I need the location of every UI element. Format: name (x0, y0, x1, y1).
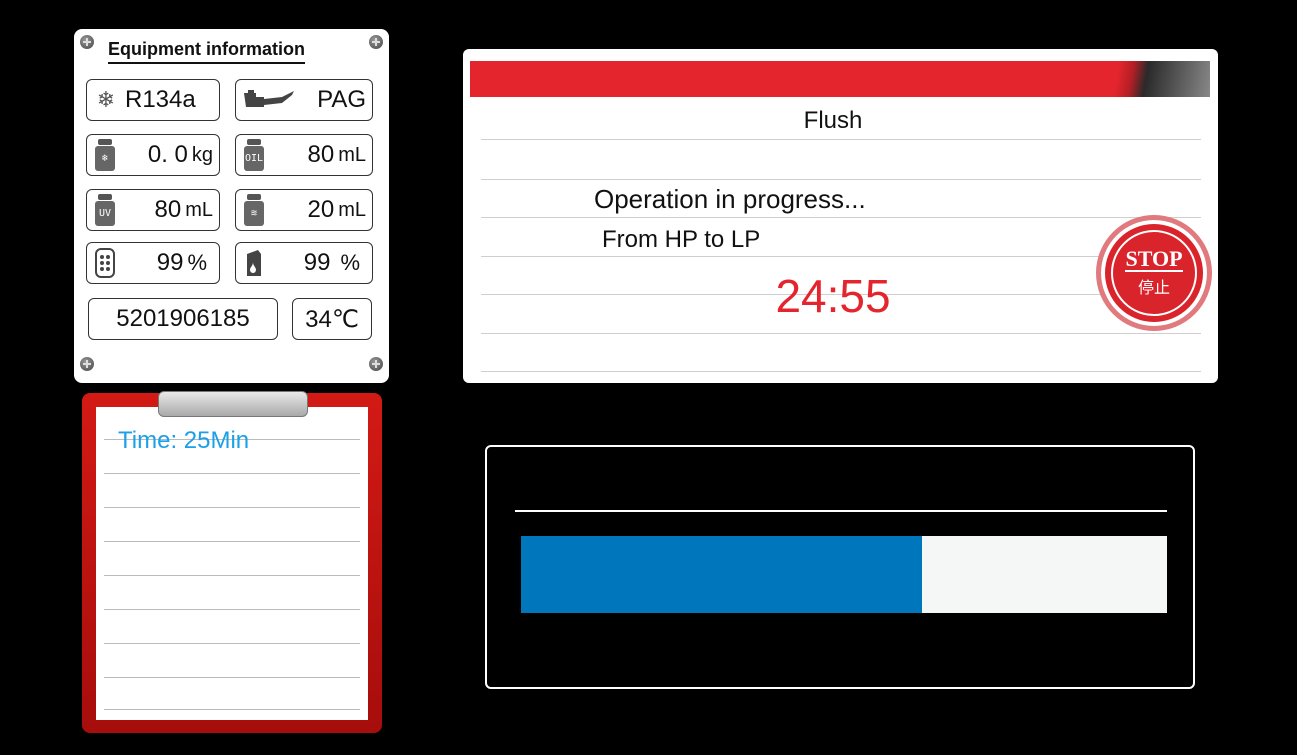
refrigerant-type-value: R134a (125, 86, 196, 113)
stop-button[interactable]: STOP 停止 (1101, 220, 1207, 326)
divider (481, 333, 1201, 334)
paper-line (104, 709, 360, 710)
oil-type-value: PAG (317, 86, 366, 113)
divider (481, 139, 1201, 140)
oil-can-icon (242, 89, 296, 111)
filter-pct-unit: % (187, 250, 207, 275)
stop-icon: STOP 停止 (1111, 230, 1197, 316)
progress-bar-fill (521, 536, 922, 613)
paper-line (104, 643, 360, 644)
clipboard-paper: Time: 25Min (96, 407, 368, 720)
pump-oil-icon (244, 248, 264, 278)
equipment-info-title: Equipment information (108, 39, 305, 64)
paper-line (104, 575, 360, 576)
snowflake-icon: ❄ (96, 87, 116, 112)
paper-line (104, 541, 360, 542)
flush-title: Flush (803, 107, 863, 134)
stop-label: STOP (1125, 246, 1183, 272)
pump-pct-unit: % (340, 250, 360, 275)
waste-qty-unit: mL (338, 198, 366, 221)
waste-qty-cell: ≋ 20 mL (235, 189, 373, 231)
filter-icon (95, 248, 115, 278)
flush-header-bar (470, 61, 1210, 97)
refrigerant-bottle-icon: ❄ (93, 139, 117, 171)
total-time-label: Time: 25Min (118, 427, 250, 454)
clipboard-panel: Time: 25Min (82, 391, 382, 733)
divider (481, 371, 1201, 372)
oil-qty-value: 80 (307, 141, 335, 168)
equipment-info-panel: Equipment information ❄ R134a PAG ❄ 0. 0… (74, 29, 389, 383)
divider (481, 217, 1201, 218)
screw-icon (369, 357, 383, 371)
progress-bar (521, 536, 1167, 613)
paper-line (104, 507, 360, 508)
progress-divider (515, 510, 1167, 512)
oil-bottle-icon: OIL (242, 139, 266, 171)
serial-number-value: 5201906185 (116, 305, 250, 332)
progress-panel (485, 445, 1195, 689)
refrigerant-qty-unit: kg (191, 143, 213, 166)
temperature-value: 34℃ (305, 305, 359, 333)
paper-line (104, 473, 360, 474)
paper-line (104, 609, 360, 610)
uv-qty-cell: UV 80 mL (86, 189, 220, 231)
refrigerant-type-cell: ❄ R134a (86, 79, 220, 121)
countdown-timer: 24:55 (775, 270, 891, 322)
operation-status: Operation in progress... (594, 184, 866, 214)
temperature-cell: 34℃ (292, 298, 372, 340)
serial-number-cell: 5201906185 (88, 298, 278, 340)
divider (481, 256, 1201, 257)
waste-qty-value: 20 (307, 196, 335, 223)
flush-direction: From HP to LP (602, 226, 761, 253)
divider (481, 179, 1201, 180)
uv-bottle-icon: UV (93, 194, 117, 226)
waste-oil-bottle-icon: ≋ (242, 194, 266, 226)
pump-pct-cell: 99 % (235, 242, 373, 284)
uv-qty-unit: mL (185, 198, 213, 221)
clipboard-clip-icon (158, 391, 308, 417)
oil-type-cell: PAG (235, 79, 373, 121)
oil-qty-unit: mL (338, 143, 366, 166)
pump-pct-value: 99 (303, 249, 331, 276)
refrigerant-qty-value: 0. 0 (147, 141, 188, 168)
screw-icon (80, 357, 94, 371)
filter-pct-cell: 99 % (86, 242, 220, 284)
paper-line (104, 677, 360, 678)
oil-qty-cell: OIL 80 mL (235, 134, 373, 176)
screw-icon (369, 35, 383, 49)
uv-qty-value: 80 (154, 196, 182, 223)
flush-panel: Flush Operation in progress... From HP t… (463, 49, 1218, 383)
screw-icon (80, 35, 94, 49)
filter-pct-value: 99 (156, 249, 184, 276)
stop-label-cn: 停止 (1137, 280, 1170, 297)
refrigerant-qty-cell: ❄ 0. 0 kg (86, 134, 220, 176)
